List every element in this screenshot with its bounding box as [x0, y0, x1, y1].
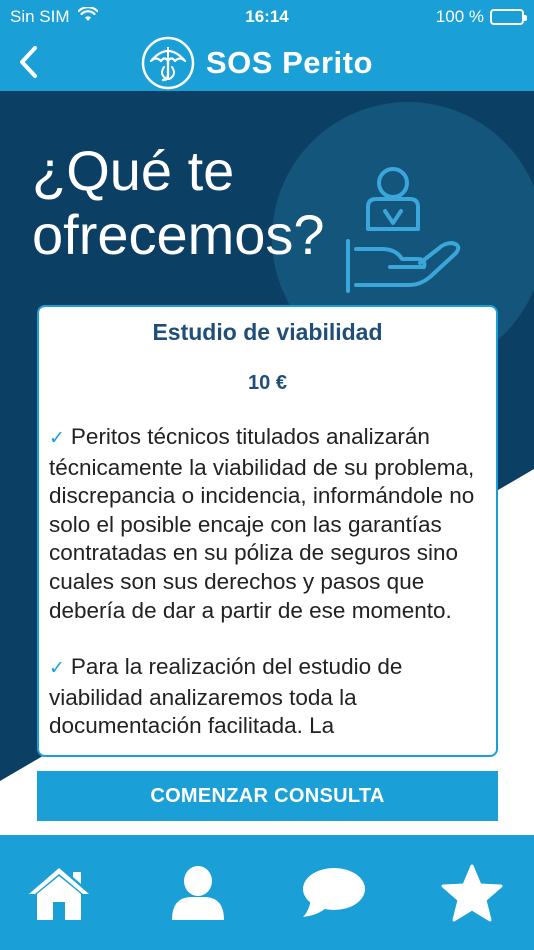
- tab-profile[interactable]: [163, 861, 233, 925]
- brand: SOS Perito: [140, 34, 373, 91]
- service-price: 10 €: [248, 372, 287, 394]
- battery-label: 100 %: [435, 7, 484, 26]
- bullet-text: Peritos técnicos titulados analizarán té…: [49, 424, 475, 623]
- hero-section: ¿Qué te ofrecemos? Estudio de viabilidad…: [0, 91, 534, 835]
- bullet-text: Para la realización del estudio de viabi…: [49, 654, 403, 739]
- tab-bar: [0, 835, 534, 950]
- list-item: ✓ Para la realización del estudio de viab…: [49, 653, 486, 741]
- home-icon: [29, 868, 89, 920]
- tab-home[interactable]: [24, 861, 94, 925]
- check-icon: ✓: [49, 428, 65, 449]
- back-button[interactable]: [8, 40, 48, 84]
- start-consultation-button[interactable]: COMENZAR CONSULTA: [37, 771, 498, 821]
- star-icon: [441, 864, 503, 922]
- user-icon: [172, 866, 224, 920]
- umbrella-logo-icon: [141, 36, 195, 89]
- status-right: 100 %: [435, 7, 527, 27]
- service-card[interactable]: Estudio de viabilidad 10 € ✓ Peritos técn…: [37, 305, 498, 757]
- service-title: Estudio de viabilidad: [152, 319, 383, 345]
- chat-icon: [303, 868, 365, 917]
- nav-bar: SOS Perito: [0, 34, 534, 91]
- service-description: ✓ Peritos técnicos titulados analizarán t…: [39, 423, 496, 741]
- chevron-left-icon: [20, 46, 37, 78]
- check-icon: ✓: [49, 658, 65, 680]
- tab-chat[interactable]: [299, 861, 369, 925]
- list-item: ✓ Peritos técnicos titulados analizarán t…: [49, 423, 486, 625]
- page-title: ¿Qué te ofrecemos?: [32, 139, 325, 266]
- battery-icon: [490, 9, 527, 25]
- brand-name: SOS Perito: [206, 44, 373, 80]
- tab-favorites[interactable]: [437, 861, 507, 925]
- status-bar: Sin SIM 16:14 100 %: [0, 0, 534, 34]
